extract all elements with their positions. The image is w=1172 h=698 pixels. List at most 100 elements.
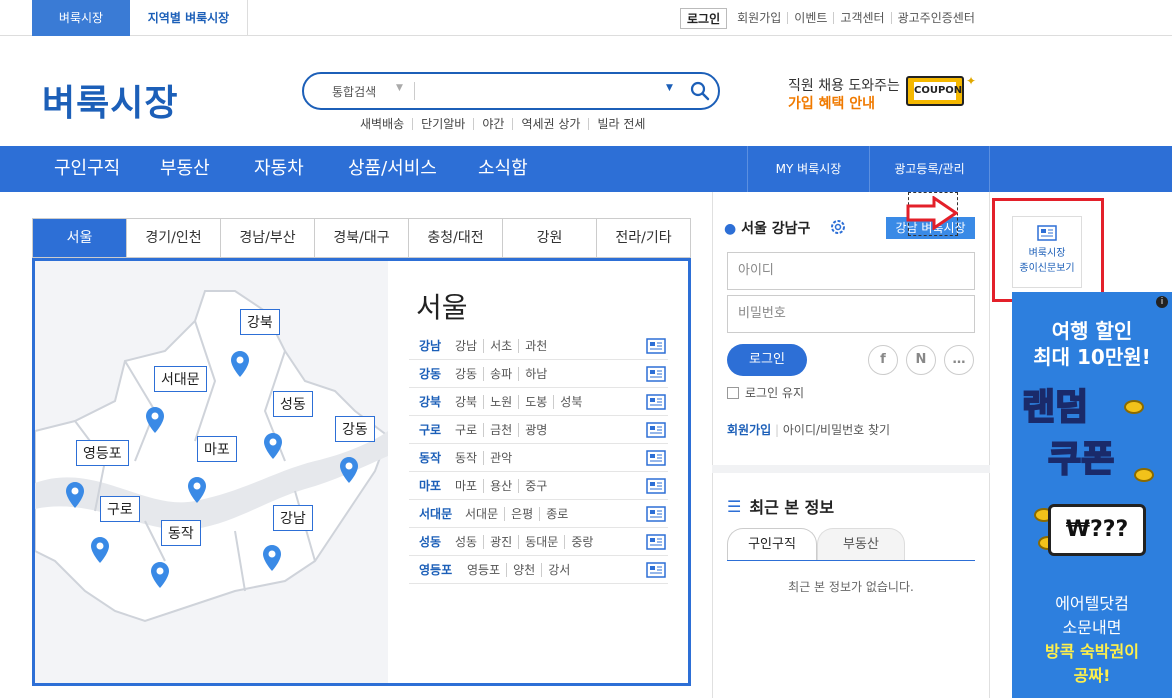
region-name[interactable]: 서대문 (409, 505, 455, 522)
tab-gyeonggi[interactable]: 경기/인천 (126, 219, 220, 257)
subregion-link[interactable]: 하남 (518, 366, 554, 381)
region-name[interactable]: 마포 (409, 477, 455, 494)
newspaper-icon[interactable] (646, 506, 666, 525)
subregion-link[interactable]: 구로 (455, 423, 483, 437)
map-pin-icon[interactable] (263, 545, 281, 571)
top-login-button[interactable]: 로그인 (680, 7, 728, 29)
map-label-dongjak[interactable]: 동작 (161, 520, 201, 546)
nav-cars[interactable]: 자동차 (254, 146, 304, 192)
region-name[interactable]: 성동 (409, 533, 455, 550)
subregion-link[interactable]: 강북 (455, 395, 483, 409)
subregion-link[interactable]: 강남 (455, 339, 483, 353)
tab-recent-jobs[interactable]: 구인구직 (727, 528, 817, 560)
map-pin-icon[interactable] (231, 351, 249, 377)
tab-gyeongnam[interactable]: 경남/부산 (220, 219, 314, 257)
tab-jeolla[interactable]: 전라/기타 (596, 219, 690, 257)
search-category-select[interactable]: 통합검색 (332, 83, 376, 100)
region-name[interactable]: 구로 (409, 421, 455, 438)
subregion-link[interactable]: 용산 (483, 478, 519, 493)
event-link[interactable]: 이벤트 (787, 12, 833, 24)
subregion-link[interactable]: 마포 (455, 479, 483, 493)
map-pin-icon[interactable] (91, 537, 109, 563)
subregion-link[interactable]: 동작 (455, 451, 483, 465)
subregion-link[interactable]: 강동 (455, 367, 483, 381)
subregion-link[interactable]: 광진 (483, 534, 519, 549)
tab-recent-real-estate[interactable]: 부동산 (817, 528, 905, 560)
gear-icon[interactable] (828, 217, 848, 241)
keep-login-checkbox[interactable] (727, 386, 739, 399)
password-field[interactable]: 비밀번호 (727, 295, 975, 333)
map-pin-icon[interactable] (151, 562, 169, 588)
subregion-link[interactable]: 광명 (518, 422, 554, 437)
map-pin-icon[interactable] (340, 457, 358, 483)
subregion-link[interactable]: 양천 (506, 562, 542, 577)
search-input[interactable] (422, 80, 652, 102)
chevron-down-icon[interactable]: ▼ (396, 83, 403, 93)
subregion-link[interactable]: 성동 (455, 535, 483, 549)
tab-flea-market[interactable]: 벼룩시장 (32, 0, 130, 36)
promo-highlight[interactable]: 가입 혜택 안내 (788, 93, 875, 113)
coupon-icon[interactable]: COUPON (906, 76, 964, 106)
tab-regional-market[interactable]: 지역별 벼룩시장 (130, 0, 248, 36)
subregion-link[interactable]: 중구 (518, 478, 554, 493)
side-advertisement[interactable]: 여행 할인 최대 10만원! 랜덤 쿠폰 ₩??? 에어텔닷컴 소문내면 방콕 … (1012, 292, 1172, 698)
map-label-gangnam[interactable]: 강남 (273, 505, 313, 531)
nav-real-estate[interactable]: 부동산 (160, 146, 210, 192)
customer-center-link[interactable]: 고객센터 (833, 12, 890, 24)
newspaper-icon[interactable] (646, 422, 666, 441)
subregion-link[interactable]: 도봉 (518, 394, 554, 409)
join-link[interactable]: 회원가입 (727, 423, 771, 437)
find-account-link[interactable]: 아이디/비밀번호 찾기 (783, 423, 890, 437)
keyword-link[interactable]: 야간 (473, 118, 512, 130)
keyword-link[interactable]: 새벽배송 (352, 118, 412, 130)
map-label-yeongdeungpo[interactable]: 영등포 (76, 440, 129, 466)
newspaper-icon[interactable] (646, 562, 666, 581)
newspaper-icon[interactable] (646, 534, 666, 553)
subregion-link[interactable]: 관악 (483, 450, 519, 465)
keyword-link[interactable]: 역세권 상가 (512, 118, 588, 130)
region-name[interactable]: 동작 (409, 449, 455, 466)
keyword-link[interactable]: 빌라 전세 (588, 118, 653, 130)
map-label-guro[interactable]: 구로 (100, 496, 140, 522)
region-name[interactable]: 강동 (409, 365, 455, 382)
subregion-link[interactable]: 서대문 (465, 507, 504, 521)
region-name[interactable]: 강북 (409, 393, 455, 410)
region-name[interactable]: 영등포 (409, 561, 455, 578)
map-label-gangdong[interactable]: 강동 (335, 416, 375, 442)
map-pin-icon[interactable] (66, 482, 84, 508)
tab-gyeongbuk[interactable]: 경북/대구 (314, 219, 408, 257)
nav-products[interactable]: 상품/서비스 (348, 146, 437, 192)
map-label-gangbuk[interactable]: 강북 (240, 309, 280, 335)
tab-chungcheong[interactable]: 충청/대전 (408, 219, 502, 257)
subregion-link[interactable]: 중랑 (564, 534, 600, 549)
newspaper-icon[interactable] (646, 366, 666, 385)
keep-login[interactable]: 로그인 유지 (727, 384, 804, 401)
subregion-link[interactable]: 노원 (483, 394, 519, 409)
keyword-link[interactable]: 단기알바 (412, 118, 473, 130)
chevron-down-icon[interactable]: ▼ (666, 83, 673, 93)
subregion-link[interactable]: 종로 (539, 506, 575, 521)
region-name[interactable]: 강남 (409, 337, 455, 354)
subregion-link[interactable]: 동대문 (518, 534, 565, 549)
map-label-seongdong[interactable]: 성동 (273, 391, 313, 417)
map-pin-icon[interactable] (146, 407, 164, 433)
nav-ad-manage[interactable]: 광고등록/관리 (869, 146, 990, 192)
newspaper-icon[interactable] (646, 478, 666, 497)
promo-text[interactable]: 직원 채용 도와주는 (788, 75, 900, 95)
site-logo[interactable]: 벼룩시장 (42, 74, 178, 126)
subregion-link[interactable]: 과천 (518, 338, 554, 353)
newspaper-icon[interactable] (646, 450, 666, 469)
nav-my-market[interactable]: MY 벼룩시장 (747, 146, 869, 192)
search-icon[interactable] (690, 81, 710, 105)
map-label-seodaemun[interactable]: 서대문 (154, 366, 207, 392)
map-pin-icon[interactable] (264, 433, 282, 459)
newspaper-icon[interactable] (646, 394, 666, 413)
kakao-chat-icon[interactable]: … (944, 345, 974, 375)
subregion-link[interactable]: 영등포 (467, 563, 506, 577)
subregion-link[interactable]: 강서 (541, 562, 577, 577)
id-field[interactable]: 아이디 (727, 252, 975, 290)
join-link[interactable]: 회원가입 (731, 12, 787, 24)
nav-jobs[interactable]: 구인구직 (54, 146, 120, 192)
advertiser-auth-link[interactable]: 광고주인증센터 (890, 12, 981, 24)
naver-icon[interactable]: N (906, 345, 936, 375)
